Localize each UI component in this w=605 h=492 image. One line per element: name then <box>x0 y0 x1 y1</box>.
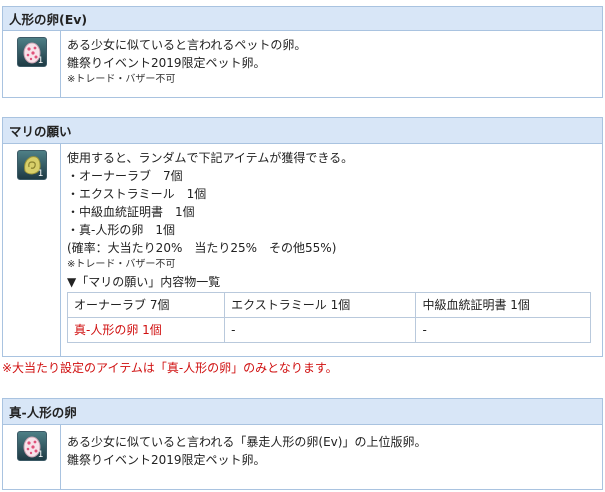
item-icon-cell: 1 <box>3 31 61 97</box>
table-row: オーナーラブ 7個 エクストラミール 1個 中級血統証明書 1個 <box>66 292 591 318</box>
table-cell: - <box>415 317 591 343</box>
probability-line: (確率：大当たり20% 当たり25% その他55%) <box>67 241 337 255</box>
description-line: 使用すると、ランダムで下記アイテムが獲得できる。 <box>67 151 354 165</box>
item-quantity: 1 <box>37 56 44 66</box>
pink-egg-icon[interactable]: 1 <box>16 37 47 67</box>
table-cell-jackpot: 真-人形の卵 1個 <box>66 317 226 343</box>
table-cell: - <box>224 317 417 343</box>
pink-egg-icon[interactable]: 1 <box>16 431 47 461</box>
table-cell: 中級血統証明書 1個 <box>415 292 591 318</box>
contents-table: オーナーラブ 7個 エクストラミール 1個 中級血統証明書 1個 真-人形の卵 … <box>66 292 591 343</box>
jackpot-note: ※大当たり設定のアイテムは「真-人形の卵」のみとなります。 <box>2 361 338 375</box>
item-description: ある少女に似ていると言われるペットの卵。 雛祭りイベント2019限定ペット卵。 … <box>61 31 602 97</box>
item-quantity: 1 <box>37 169 44 179</box>
table-row: 真-人形の卵 1個 - - <box>66 317 591 343</box>
trade-restriction-note: ※トレード・バザー不可 <box>67 259 176 270</box>
item-title: 人形の卵(Ev) <box>3 7 602 31</box>
item-card-ningyo-egg: 人形の卵(Ev) 1 ある少女に似ていると言われるペットの卵。 雛祭りイベント2… <box>2 6 603 98</box>
description-line: 雛祭りイベント2019限定ペット卵。 <box>67 453 266 467</box>
description-line: 雛祭りイベント2019限定ペット卵。 <box>67 56 266 70</box>
description-line: ある少女に似ていると言われる「暴走人形の卵(Ev)」の上位版卵。 <box>67 435 427 449</box>
item-icon-cell: 1 <box>3 425 61 489</box>
item-icon-cell: 1 <box>3 144 61 356</box>
item-quantity: 1 <box>37 450 44 460</box>
table-cell: エクストラミール 1個 <box>224 292 417 318</box>
item-description: 使用すると、ランダムで下記アイテムが獲得できる。 ・オーナーラブ 7個 ・エクス… <box>61 144 602 356</box>
description-line: ある少女に似ていると言われるペットの卵。 <box>67 38 307 52</box>
description-line: ・中級血統証明書 1個 <box>67 205 195 219</box>
description-line: ・オーナーラブ 7個 <box>67 169 183 183</box>
item-title: マリの願い <box>3 118 602 144</box>
item-card-shin-ningyo-egg: 真-人形の卵 1 ある少女に似ていると言われる「暴走人形の卵(Ev)」の上位版卵… <box>2 398 603 490</box>
description-line: ・エクストラミール 1個 <box>67 187 207 201</box>
description-line: ・真-人形の卵 1個 <box>67 223 175 237</box>
item-card-mari-wish: マリの願い 1 使用すると、ランダムで下記アイテムが獲得できる。 ・オーナーラブ… <box>2 117 603 357</box>
item-description: ある少女に似ていると言われる「暴走人形の卵(Ev)」の上位版卵。 雛祭りイベント… <box>61 425 602 489</box>
contents-header: ▼「マリの願い」内容物一覧 <box>67 275 221 289</box>
trade-restriction-note: ※トレード・バザー不可 <box>67 74 176 85</box>
table-cell: オーナーラブ 7個 <box>66 292 226 318</box>
yellow-stone-icon[interactable]: 1 <box>16 150 47 180</box>
item-title: 真-人形の卵 <box>3 399 602 425</box>
